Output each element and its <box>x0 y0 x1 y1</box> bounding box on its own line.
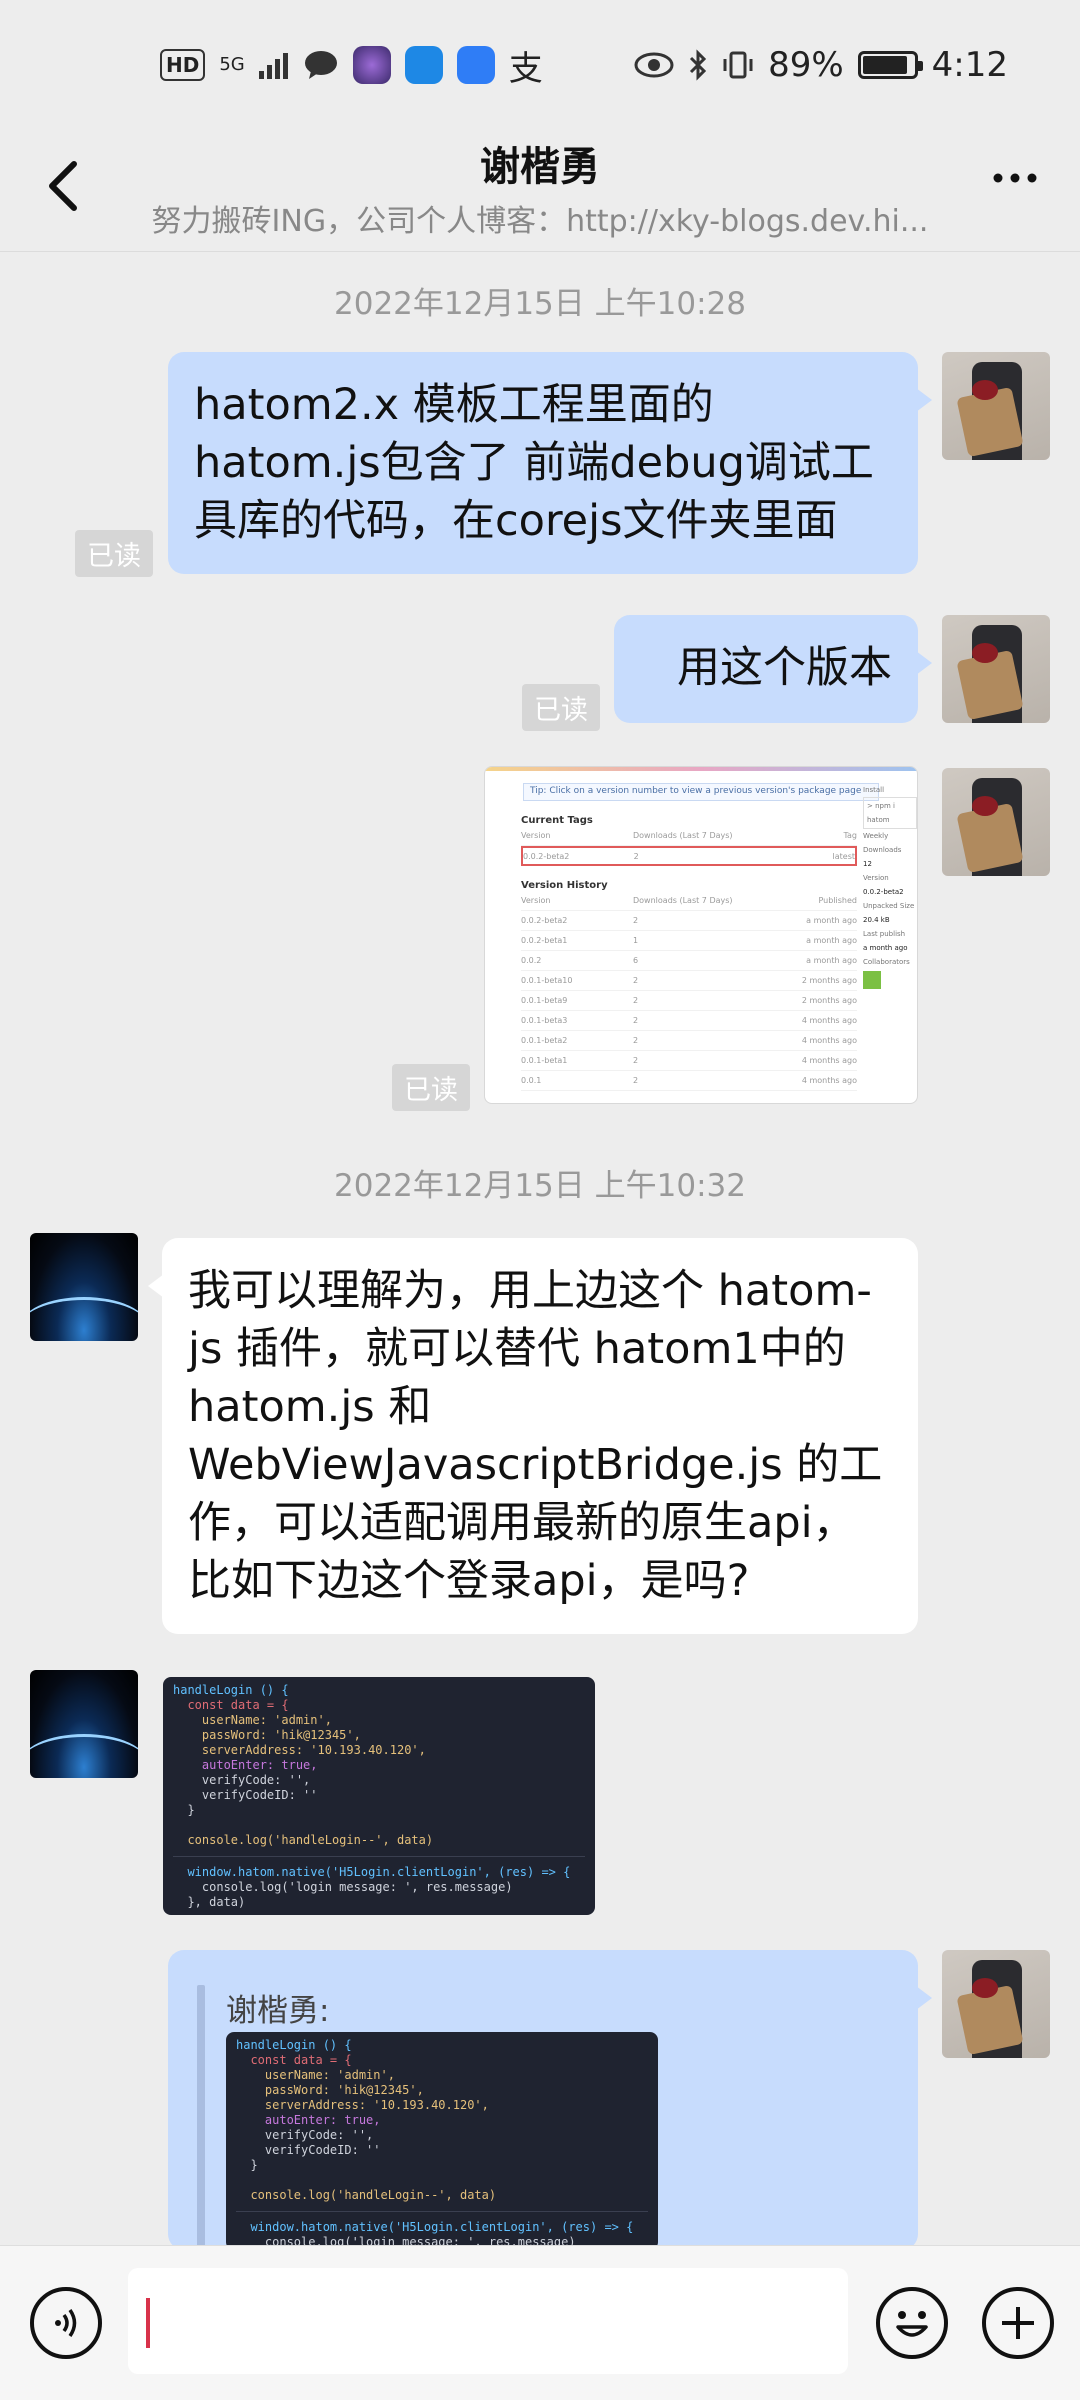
chat-title: 谢楷勇 <box>480 144 600 190</box>
npm-tip: Tip: Click on a version number to view a… <box>523 783 879 801</box>
status-bar: HD 5G 支 89% 4:12 <box>0 0 1080 130</box>
more-dots-icon[interactable] <box>990 148 1040 220</box>
timestamp: 2022年12月15日 上午10:32 <box>334 1168 746 1204</box>
table-row: 0.0.1-beta9 2 2 months ago <box>521 991 857 1011</box>
avatar[interactable] <box>942 768 1050 876</box>
table-row: 0.0.1-beta1 2 4 months ago <box>521 1051 857 1071</box>
message-bubble[interactable]: hatom2.x 模板工程里面的hatom.js包含了 前端debug调试工具库… <box>168 352 932 574</box>
avatar[interactable] <box>30 1670 138 1778</box>
table-row: 0.0.1-beta10 2 2 months ago <box>521 971 857 991</box>
table-row: 0.0.1 2 4 months ago <box>521 1071 857 1091</box>
image-message-code[interactable]: handleLogin () { const data = { userName… <box>163 1677 595 1915</box>
plus-icon[interactable] <box>982 2287 1054 2359</box>
quote-sender: 谢楷勇: <box>226 1993 330 2029</box>
signal-5g-indicator: 5G <box>219 54 245 75</box>
voice-icon[interactable] <box>30 2287 102 2359</box>
table-row: 0.0.2 6 a month ago <box>521 951 857 971</box>
collaborator-avatar <box>863 971 881 989</box>
quoted-code-image[interactable]: handleLogin () { const data = { userName… <box>226 2032 658 2250</box>
battery-percent: 89% <box>768 45 844 85</box>
npm-sidebar: Install > npm i hatom Weekly Downloads 1… <box>857 783 917 989</box>
app-notification-icon <box>352 46 391 84</box>
eye-icon <box>634 52 674 78</box>
emoji-icon[interactable] <box>876 2287 948 2359</box>
table-row: 0.0.2-beta1 1 a month ago <box>521 931 857 951</box>
table-row: 0.0.2-beta2 2 a month ago <box>521 911 857 931</box>
read-receipt: 已读 <box>392 1064 470 1111</box>
search-app-icon <box>456 46 495 84</box>
table-row: 0.0.1-beta3 2 4 months ago <box>521 1011 857 1031</box>
table-row: Version Downloads (Last 7 Days) Published <box>521 891 857 911</box>
chat-header: 谢楷勇 努力搬砖ING，公司个人博客：http://xky-blogs.dev.… <box>0 130 1080 252</box>
avatar[interactable] <box>942 1950 1050 2058</box>
read-receipt: 已读 <box>75 530 153 577</box>
clock: 4:12 <box>931 45 1008 85</box>
weather-app-icon <box>404 46 443 84</box>
chat-subtitle: 努力搬砖ING，公司个人博客：http://xky-blogs.dev.hi..… <box>151 204 929 239</box>
image-message-npm-versions[interactable]: Tip: Click on a version number to view a… <box>484 766 918 1104</box>
signal-bars-icon <box>258 53 288 79</box>
vibrate-icon <box>723 51 753 79</box>
table-row: 0.0.2-beta2 2 latest <box>521 846 857 866</box>
avatar[interactable] <box>942 352 1050 460</box>
alipay-icon: 支 <box>508 48 543 89</box>
text-caret <box>146 2298 150 2348</box>
battery-icon <box>857 51 923 79</box>
status-left: HD 5G 支 <box>160 41 543 90</box>
bluetooth-icon <box>690 49 707 81</box>
read-receipt: 已读 <box>522 684 600 731</box>
message-bubble[interactable]: 用这个版本 <box>614 615 932 723</box>
hd-indicator: HD <box>160 49 206 81</box>
table-row: Version Downloads (Last 7 Days) Tag <box>521 826 857 846</box>
timestamp: 2022年12月15日 上午10:28 <box>334 286 746 322</box>
avatar[interactable] <box>30 1233 138 1341</box>
message-bubble-icon <box>304 51 337 79</box>
quote-bar <box>197 1985 205 2255</box>
status-right: 89% 4:12 <box>634 45 1008 85</box>
table-row: 0.0.1-beta2 2 4 months ago <box>521 1031 857 1051</box>
input-bar <box>0 2245 1080 2400</box>
avatar[interactable] <box>942 615 1050 723</box>
message-bubble[interactable]: 我可以理解为，用上边这个 hatom-js 插件，就可以替代 hatom1中的 … <box>148 1238 918 1634</box>
message-input[interactable] <box>128 2268 848 2374</box>
